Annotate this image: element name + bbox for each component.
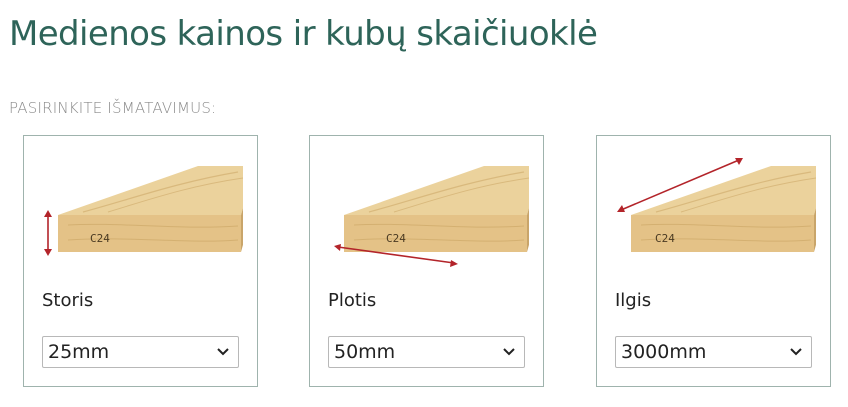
card-label-width: Plotis bbox=[328, 290, 377, 311]
plank-length-image: C24 bbox=[617, 158, 816, 252]
card-label-thickness: Storis bbox=[42, 290, 94, 311]
plank-width-image: C24 bbox=[334, 166, 529, 267]
dimension-card-thickness: C24 Storis 25mm bbox=[23, 135, 258, 387]
section-subtitle: PASIRINKITE IŠMATAVIMUS: bbox=[9, 99, 217, 117]
length-select-value: 3000mm bbox=[621, 341, 707, 363]
svg-text:C24: C24 bbox=[90, 232, 110, 245]
width-select-value: 50mm bbox=[334, 341, 396, 363]
dimension-card-width: C24 Plotis 50mm bbox=[309, 135, 544, 387]
svg-text:C24: C24 bbox=[655, 232, 675, 245]
chevron-down-icon bbox=[790, 348, 802, 356]
svg-text:C24: C24 bbox=[386, 232, 406, 245]
length-select[interactable]: 3000mm bbox=[615, 336, 812, 368]
dimension-card-length: C24 Ilgis 3000mm bbox=[596, 135, 831, 387]
chevron-down-icon bbox=[503, 348, 515, 356]
width-select[interactable]: 50mm bbox=[328, 336, 525, 368]
page-title: Medienos kainos ir kubų skaičiuoklė bbox=[9, 14, 598, 54]
thickness-select-value: 25mm bbox=[48, 341, 110, 363]
plank-thickness-image: C24 bbox=[44, 166, 243, 256]
thickness-select[interactable]: 25mm bbox=[42, 336, 239, 368]
card-label-length: Ilgis bbox=[615, 290, 652, 311]
chevron-down-icon bbox=[217, 348, 229, 356]
